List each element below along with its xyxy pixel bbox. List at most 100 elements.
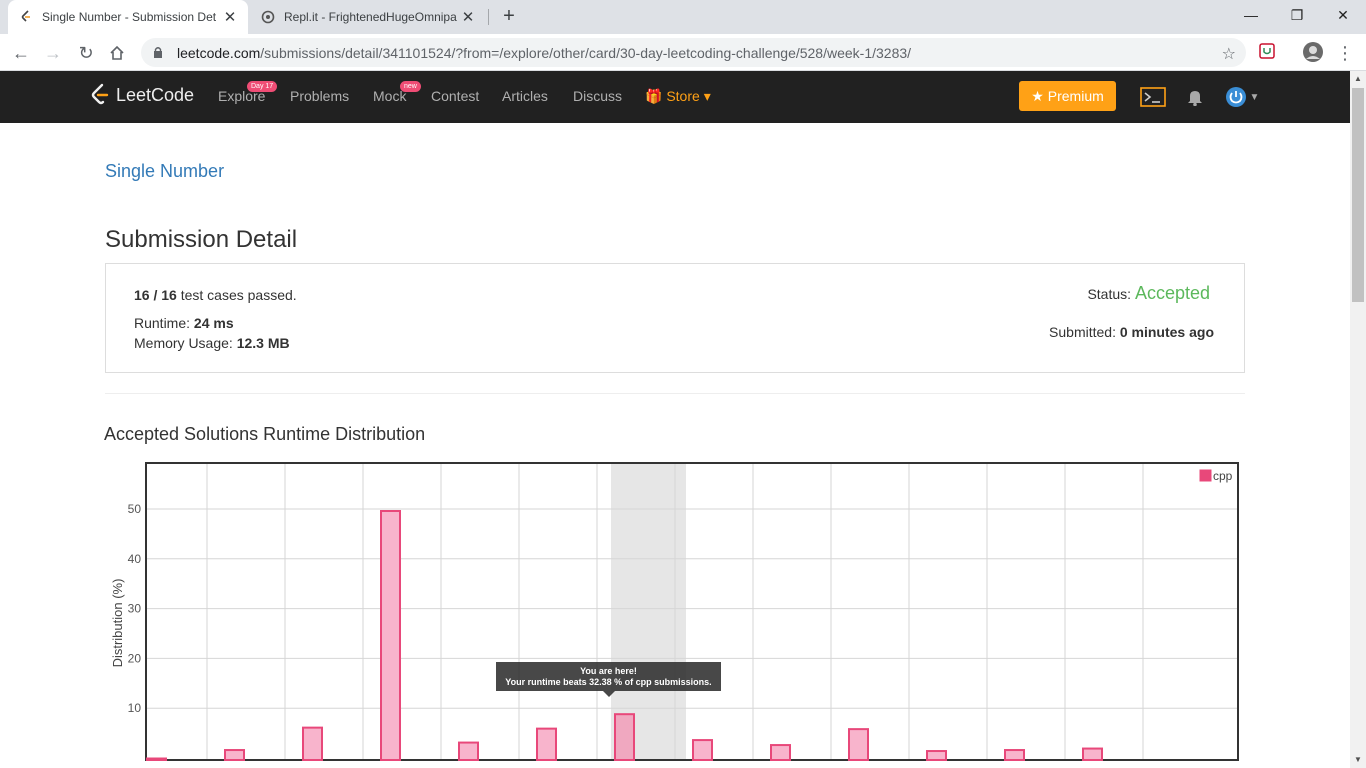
home-icon[interactable] <box>105 41 129 65</box>
distribution-bar <box>1082 747 1103 761</box>
distribution-bar <box>458 741 479 762</box>
legend-label: cpp <box>1213 469 1233 483</box>
nav-contest[interactable]: Contest <box>431 88 479 104</box>
star-icon: ★ <box>1031 87 1044 104</box>
address-bar[interactable]: leetcode.com/submissions/detail/34110152… <box>141 38 1246 67</box>
y-tick-label: 20 <box>128 651 142 665</box>
you-are-here-tooltip: You are here! Your runtime beats 32.38 %… <box>496 662 721 697</box>
power-avatar-icon <box>1225 87 1246 107</box>
tab-separator <box>488 9 489 25</box>
page-scrollbar[interactable]: ▲ ▼ <box>1350 71 1366 768</box>
submitted-line: Submitted: 0 minutes ago <box>1049 324 1214 340</box>
submitted-label: Submitted: <box>1049 324 1116 340</box>
distribution-bar <box>926 750 947 762</box>
nav-store[interactable]: 🎁 Store ▾ <box>645 88 711 105</box>
submission-summary-panel: 16 / 16 test cases passed. Runtime: 24 m… <box>105 263 1245 373</box>
day-badge: Day 17 <box>247 81 278 92</box>
status-accepted[interactable]: Accepted <box>1135 283 1210 303</box>
nav-articles[interactable]: Articles <box>502 88 548 104</box>
memory-value: 12.3 MB <box>236 335 290 351</box>
total-count: 16 <box>161 287 177 303</box>
new-tab-icon[interactable]: + <box>498 5 520 27</box>
scroll-down-icon[interactable]: ▼ <box>1350 752 1366 768</box>
premium-label: Premium <box>1047 88 1104 104</box>
browser-tab[interactable]: Repl.it - FrightenedHugeOmnipa ✕ <box>250 0 486 34</box>
runtime-value: 24 ms <box>193 315 234 331</box>
y-axis-label: Distribution (%) <box>110 579 125 668</box>
browser-tabstrip: Single Number - Submission Det ✕ Repl.it… <box>0 0 1366 34</box>
tooltip-line-2: Your runtime beats 32.38 % of cpp submis… <box>505 677 712 687</box>
distribution-bar <box>1004 749 1025 762</box>
tab-title: Single Number - Submission Det <box>42 10 217 24</box>
premium-button[interactable]: ★ Premium <box>1019 81 1116 111</box>
close-tab-icon[interactable]: ✕ <box>222 8 238 26</box>
caret-down-icon: ▾ <box>703 88 711 104</box>
profile-avatar[interactable] <box>1302 41 1323 62</box>
runtime-distribution-chart: 10 20 30 40 50 Distribution (%) cpp <box>110 462 1239 762</box>
distribution-bar <box>302 726 323 762</box>
browser-toolbar: ← → ↻ leetcode.com/submissions/detail/34… <box>0 34 1366 71</box>
y-tick-label: 40 <box>128 552 142 566</box>
nav-discuss[interactable]: Discuss <box>573 88 622 104</box>
new-badge: new <box>400 81 421 92</box>
bookmark-star-icon[interactable]: ☆ <box>1222 44 1236 64</box>
caret-down-icon: ▼ <box>1249 91 1260 103</box>
restore-icon[interactable]: ❐ <box>1274 0 1320 30</box>
tab-title: Repl.it - FrightenedHugeOmnipa <box>284 10 457 24</box>
scroll-up-icon[interactable]: ▲ <box>1350 71 1366 87</box>
reload-icon[interactable]: ↻ <box>74 41 98 65</box>
problem-title-link[interactable]: Single Number <box>105 161 224 182</box>
user-menu[interactable]: ▼ <box>1222 85 1262 109</box>
distribution-bar <box>536 727 557 762</box>
distribution-bar <box>614 713 635 761</box>
nav-store-label: Store <box>666 88 700 104</box>
y-tick-label: 30 <box>128 602 142 616</box>
memory-label: Memory Usage: <box>134 335 233 351</box>
test-cases-line: 16 / 16 test cases passed. <box>134 287 297 303</box>
page-title: Submission Detail <box>105 226 298 253</box>
leetcode-navbar: LeetCode Explore Day 17 Problems Mock ne… <box>0 71 1350 123</box>
close-tab-icon[interactable]: ✕ <box>460 8 476 26</box>
scrollbar-thumb[interactable] <box>1352 88 1364 302</box>
url-host: leetcode.com <box>177 44 261 61</box>
tooltip-line-1: You are here! <box>580 666 637 676</box>
memory-line: Memory Usage: 12.3 MB <box>134 335 290 351</box>
nav-problems[interactable]: Problems <box>290 88 349 104</box>
back-icon[interactable]: ← <box>9 41 33 65</box>
distribution-bar <box>770 744 791 761</box>
y-tick-label: 50 <box>128 502 142 516</box>
passed-suffix: test cases passed. <box>180 287 297 303</box>
nav-mock[interactable]: Mock new <box>373 81 421 104</box>
leetcode-logo[interactable]: LeetCode <box>90 83 194 107</box>
distribution-bar <box>224 749 245 762</box>
passed-count: 16 <box>134 287 150 303</box>
divider <box>105 393 1245 394</box>
menu-kebab-icon[interactable]: ⋮ <box>1333 41 1357 65</box>
distribution-bar <box>848 728 869 761</box>
nav-explore[interactable]: Explore Day 17 <box>218 81 278 104</box>
runtime-line: Runtime: 24 ms <box>134 315 234 331</box>
distribution-bar <box>692 739 713 761</box>
plot-frame <box>145 462 1239 761</box>
distribution-title: Accepted Solutions Runtime Distribution <box>104 424 426 444</box>
forward-icon[interactable]: → <box>41 41 65 65</box>
status-label: Status: <box>1087 286 1132 302</box>
legend-swatch <box>1199 469 1212 482</box>
submitted-value: 0 minutes ago <box>1119 324 1214 340</box>
runtime-label: Runtime: <box>134 315 191 331</box>
logo-text: LeetCode <box>116 84 195 105</box>
notification-bell-icon[interactable] <box>1182 85 1208 109</box>
close-window-icon[interactable]: ✕ <box>1320 0 1366 30</box>
replit-favicon-icon <box>260 9 276 25</box>
distribution-bar <box>146 757 167 762</box>
extension-icon[interactable] <box>1258 42 1278 62</box>
distribution-bar <box>380 510 401 761</box>
minimize-icon[interactable]: — <box>1228 0 1274 30</box>
lock-icon <box>153 46 167 60</box>
playground-icon[interactable] <box>1140 85 1166 109</box>
leetcode-logo-icon <box>91 83 109 105</box>
y-tick-label: 10 <box>128 701 142 715</box>
browser-tab-active[interactable]: Single Number - Submission Det ✕ <box>8 0 248 34</box>
gift-icon: 🎁 <box>645 88 663 104</box>
url-path: /submissions/detail/341101524/?from=/exp… <box>260 44 912 61</box>
